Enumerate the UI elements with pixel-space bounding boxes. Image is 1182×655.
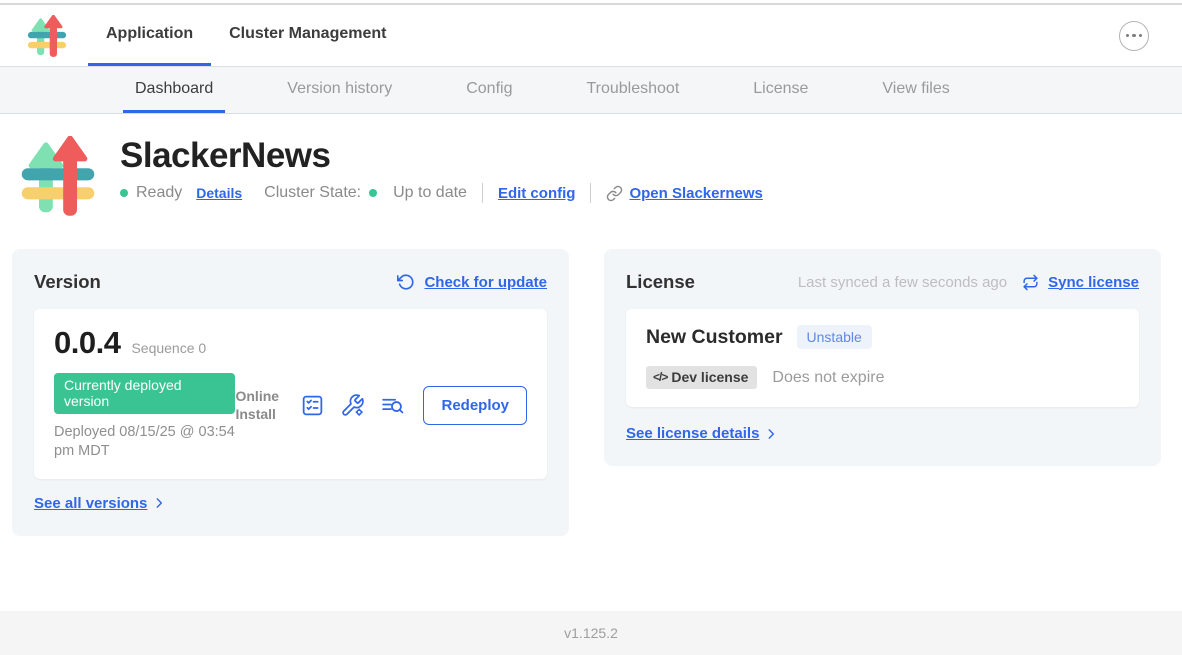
subnav-troubleshoot[interactable]: Troubleshoot (574, 67, 691, 113)
tab-application-label: Application (106, 25, 193, 43)
channel-badge: Unstable (797, 325, 872, 349)
customer-name: New Customer (646, 326, 783, 349)
app-header: SlackerNews Ready Details Cluster State:… (0, 114, 1182, 216)
version-card-title: Version (34, 271, 101, 293)
config-icon[interactable] (340, 393, 365, 418)
sequence-label: Sequence 0 (131, 340, 206, 356)
subnav-view-files[interactable]: View files (870, 67, 961, 113)
app-logo-icon[interactable] (27, 5, 67, 66)
app-status-dot (120, 189, 128, 197)
page-title: SlackerNews (120, 134, 763, 178)
license-card-title: License (626, 271, 695, 293)
version-number: 0.0.4 (54, 325, 120, 361)
subnav-config-label: Config (466, 80, 512, 98)
app-logo-large-icon (20, 136, 96, 216)
install-type-label: Online Install (235, 388, 285, 423)
cluster-state-label: Cluster State: (264, 184, 361, 202)
cluster-state-value: Up to date (393, 184, 467, 202)
subnav-troubleshoot-label: Troubleshoot (586, 80, 679, 98)
redeploy-button[interactable]: Redeploy (423, 386, 527, 425)
subnav-dashboard-label: Dashboard (135, 80, 213, 98)
see-license-details-link[interactable]: See license details (626, 425, 759, 442)
chevron-right-icon (764, 427, 778, 441)
subnav-version-history-label: Version history (287, 80, 392, 98)
current-version-panel: 0.0.4 Sequence 0 Currently deployed vers… (34, 309, 547, 479)
subnav-view-files-label: View files (882, 80, 949, 98)
preflight-checks-icon[interactable] (300, 393, 325, 418)
top-navbar: Application Cluster Management (0, 5, 1182, 67)
chevron-right-icon (152, 496, 166, 510)
subnav-version-history[interactable]: Version history (275, 67, 404, 113)
code-icon: </> (653, 370, 667, 384)
refresh-icon (397, 273, 415, 291)
check-for-update-link[interactable]: Check for update (424, 274, 547, 291)
license-type-badge: </> Dev license (646, 366, 757, 389)
sync-icon (1022, 274, 1039, 291)
expiry-text: Does not expire (772, 369, 884, 387)
divider (590, 183, 591, 203)
subnav-license[interactable]: License (741, 67, 820, 113)
tab-application[interactable]: Application (88, 5, 211, 66)
see-all-versions-link[interactable]: See all versions (34, 495, 147, 512)
version-card: Version Check for update 0.0.4 Sequence … (12, 249, 569, 536)
last-synced-text: Last synced a few seconds ago (798, 274, 1007, 291)
deployed-badge: Currently deployed version (54, 373, 235, 414)
deploy-logs-icon[interactable] (380, 393, 405, 418)
console-version: v1.125.2 (564, 625, 618, 641)
link-icon (606, 185, 623, 202)
license-card: License Last synced a few seconds ago Sy… (604, 249, 1161, 466)
open-app-link[interactable]: Open Slackernews (629, 185, 762, 202)
footer: v1.125.2 (0, 611, 1182, 655)
tab-cluster-management-label: Cluster Management (229, 25, 386, 43)
license-panel: New Customer Unstable </> Dev license Do… (626, 309, 1139, 407)
app-subnav: Dashboard Version history Config Trouble… (0, 67, 1182, 114)
subnav-config[interactable]: Config (454, 67, 524, 113)
tab-cluster-management[interactable]: Cluster Management (211, 5, 404, 66)
divider (482, 183, 483, 203)
edit-config-link[interactable]: Edit config (498, 185, 576, 202)
cluster-state-dot (369, 189, 377, 197)
license-type-label: Dev license (671, 369, 748, 385)
subnav-dashboard[interactable]: Dashboard (123, 67, 225, 113)
overflow-menu-icon[interactable] (1119, 21, 1149, 51)
subnav-license-label: License (753, 80, 808, 98)
status-details-link[interactable]: Details (196, 185, 242, 201)
app-status-text: Ready (136, 184, 182, 202)
deployed-timestamp: Deployed 08/15/25 @ 03:54 pm MDT (54, 423, 235, 461)
sync-license-link[interactable]: Sync license (1048, 274, 1139, 291)
